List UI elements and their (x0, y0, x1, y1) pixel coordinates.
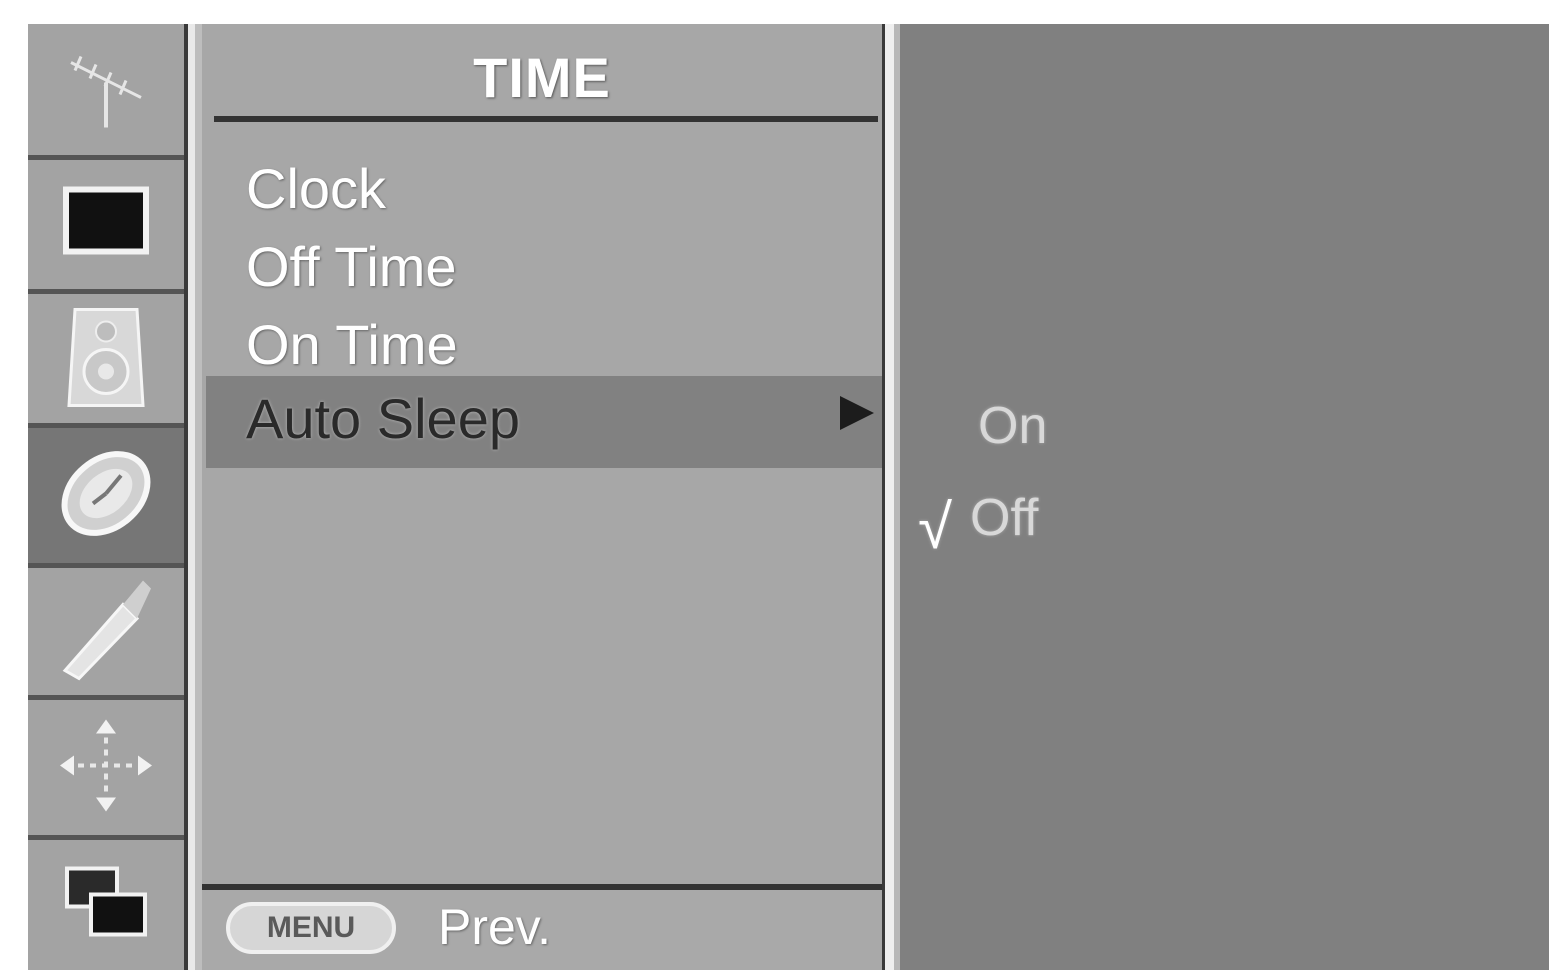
option-off[interactable]: Off (970, 488, 1038, 548)
speaker-icon (61, 301, 151, 416)
sidebar-item-picture[interactable] (28, 160, 184, 294)
time-menu-panel: TIME Clock Off Time On Time Auto Sleep M… (202, 24, 882, 970)
auto-sleep-submenu: On √ Off (900, 24, 1549, 970)
submenu-arrow-icon (840, 396, 874, 430)
pip-icon (61, 863, 151, 948)
menu-item-clock[interactable]: Clock (246, 156, 386, 221)
sidebar-item-special[interactable] (28, 568, 184, 700)
checkmark-icon: √ (918, 493, 953, 562)
sidebar-item-pip[interactable] (28, 840, 184, 970)
sidebar-item-time[interactable] (28, 428, 184, 568)
clock-icon (51, 443, 161, 548)
sidebar-item-channel[interactable] (28, 24, 184, 160)
menu-key-icon[interactable]: MENU (226, 902, 396, 954)
panel-divider (882, 24, 900, 970)
menu-item-off-time[interactable]: Off Time (246, 234, 457, 299)
title-divider (214, 116, 878, 122)
antenna-icon (61, 42, 151, 137)
wrench-icon (51, 574, 161, 689)
picture-icon (61, 182, 151, 267)
icon-sidebar (28, 24, 184, 970)
sidebar-divider (184, 24, 202, 970)
menu-title: TIME (473, 46, 611, 109)
menu-item-label: Auto Sleep (246, 387, 520, 450)
psm-icon (56, 715, 156, 820)
sidebar-item-sound[interactable] (28, 294, 184, 428)
menu-item-auto-sleep[interactable]: Auto Sleep (206, 376, 882, 468)
tv-osd-screen: TIME Clock Off Time On Time Auto Sleep M… (0, 0, 1549, 970)
sidebar-item-screen[interactable] (28, 700, 184, 840)
option-on[interactable]: On (978, 396, 1047, 456)
menu-footer: MENU Prev. (202, 890, 882, 970)
menu-item-on-time[interactable]: On Time (246, 312, 458, 377)
prev-label: Prev. (438, 899, 551, 955)
